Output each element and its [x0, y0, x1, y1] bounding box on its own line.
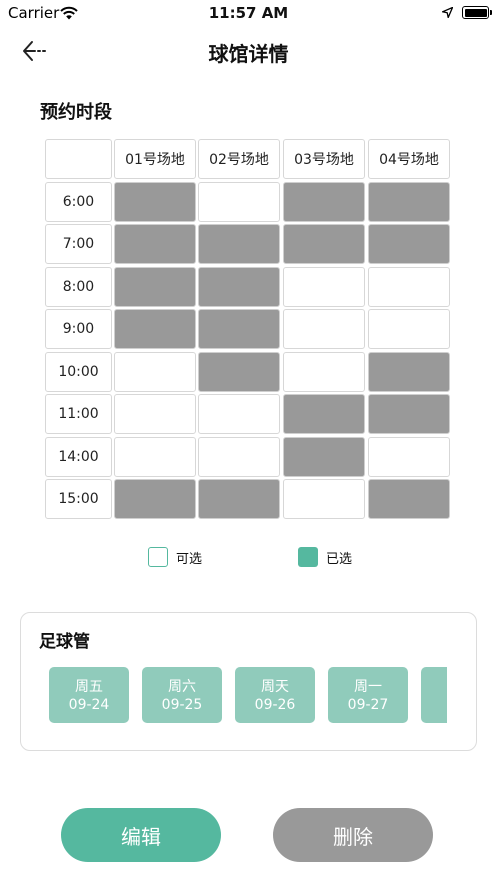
- location-arrow-icon: [442, 7, 453, 18]
- time-label: 6:00: [45, 182, 112, 222]
- slot-booked: [368, 479, 450, 519]
- time-label: 9:00: [45, 309, 112, 349]
- legend-available: 可选: [148, 546, 202, 568]
- court-header: 01号场地: [114, 139, 196, 179]
- court-header: 04号场地: [368, 139, 450, 179]
- slot-booked: [368, 182, 450, 222]
- date-chip-weekday: 周天: [261, 679, 289, 695]
- slot-available[interactable]: [283, 267, 365, 307]
- slot-available[interactable]: [198, 394, 280, 434]
- legend-selected-swatch: [298, 547, 318, 567]
- date-chip-date: 09-25: [161, 697, 203, 713]
- date-chip-date: 09-26: [254, 697, 296, 713]
- venue-name: 足球管: [39, 632, 90, 652]
- slot-booked: [368, 224, 450, 264]
- slot-available[interactable]: [368, 437, 450, 477]
- date-chip[interactable]: 周六 09-25: [142, 667, 222, 723]
- date-chip[interactable]: 周五 09-24: [49, 667, 129, 723]
- slot-booked: [114, 309, 196, 349]
- venue-card: 足球管 周五 09-24 周六 09-25 周天 09-26 周一 09-27 …: [20, 612, 477, 751]
- battery-icon: [462, 6, 492, 19]
- date-chip-date: 09-27: [347, 697, 389, 713]
- slot-available[interactable]: [368, 309, 450, 349]
- slot-available[interactable]: [198, 437, 280, 477]
- slot-booked: [198, 224, 280, 264]
- time-label: 7:00: [45, 224, 112, 264]
- slot-booked: [114, 182, 196, 222]
- slot-booked: [283, 182, 365, 222]
- slot-booked: [114, 479, 196, 519]
- grid-corner-cell: [45, 139, 112, 179]
- clock: 11:57 AM: [208, 4, 289, 22]
- slot-available[interactable]: [283, 479, 365, 519]
- slot-available[interactable]: [114, 437, 196, 477]
- court-header: 02号场地: [198, 139, 280, 179]
- slot-available[interactable]: [114, 352, 196, 392]
- time-label: 14:00: [45, 437, 112, 477]
- date-chip[interactable]: 周一 09-27: [328, 667, 408, 723]
- slot-booked: [368, 394, 450, 434]
- slot-booked: [198, 479, 280, 519]
- legend-selected: 已选: [298, 546, 352, 568]
- page-title: 球馆详情: [208, 42, 289, 66]
- slot-available[interactable]: [368, 267, 450, 307]
- date-chip-weekday: 周一: [354, 679, 382, 695]
- slot-booked: [114, 267, 196, 307]
- schedule-title: 预约时段: [40, 102, 112, 123]
- slot-available[interactable]: [283, 309, 365, 349]
- time-label: 15:00: [45, 479, 112, 519]
- delete-button[interactable]: 删除: [273, 808, 433, 862]
- legend-available-label: 可选: [176, 551, 203, 567]
- date-chip-date: 0: [421, 676, 447, 692]
- slot-available[interactable]: [283, 352, 365, 392]
- edit-button[interactable]: 编辑: [61, 808, 221, 862]
- time-label: 11:00: [45, 394, 112, 434]
- date-chip[interactable]: 周天 09-26: [235, 667, 315, 723]
- date-scroller[interactable]: 周五 09-24 周六 09-25 周天 09-26 周一 09-27 0: [49, 667, 447, 725]
- status-bar: Carrier 11:57 AM: [0, 0, 497, 26]
- slot-booked: [198, 309, 280, 349]
- date-chip-weekday: 周六: [168, 679, 196, 695]
- slot-available[interactable]: [114, 394, 196, 434]
- legend-available-swatch: [148, 547, 168, 567]
- slot-booked: [368, 352, 450, 392]
- time-label: 8:00: [45, 267, 112, 307]
- date-chip[interactable]: 0: [421, 667, 447, 723]
- slot-booked: [283, 394, 365, 434]
- slot-booked: [283, 437, 365, 477]
- slot-available[interactable]: [198, 182, 280, 222]
- date-chip-date: 09-24: [68, 697, 110, 713]
- slot-booked: [114, 224, 196, 264]
- court-header: 03号场地: [283, 139, 365, 179]
- legend-selected-label: 已选: [326, 551, 353, 567]
- date-chip-weekday: 周五: [75, 679, 103, 695]
- slot-booked: [198, 267, 280, 307]
- time-label: 10:00: [45, 352, 112, 392]
- slot-booked: [283, 224, 365, 264]
- slot-booked: [198, 352, 280, 392]
